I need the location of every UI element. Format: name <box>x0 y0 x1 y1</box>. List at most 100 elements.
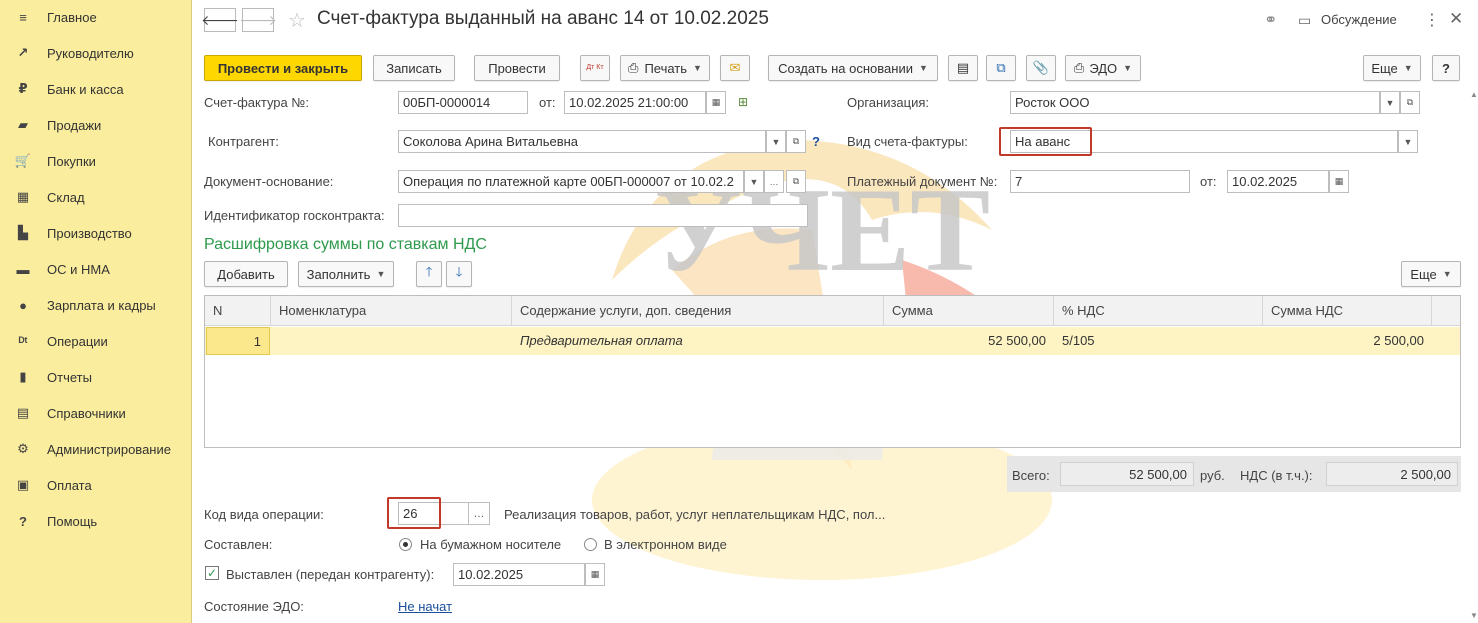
vat-section-title: Расшифровка суммы по ставкам НДС <box>204 236 487 253</box>
calendar-icon[interactable]: ▦ <box>585 563 605 586</box>
issued-checkbox[interactable]: ✓ <box>205 566 219 580</box>
discussion-icon[interactable]: ▭ <box>1298 12 1311 29</box>
sidebar-item[interactable]: ● Зарплата и кадры <box>0 290 192 320</box>
sidebar-item-label: Главное <box>47 9 97 25</box>
sidebar-item[interactable]: ↗ Руководителю <box>0 38 192 68</box>
chevron-down-icon: ▼ <box>918 63 928 73</box>
chevron-down-icon: ▼ <box>1442 269 1452 279</box>
chevron-down-icon[interactable]: ▼ <box>1398 130 1418 153</box>
paperclip-icon: 📎 <box>1032 60 1050 75</box>
fill-button[interactable]: Заполнить ▼ <box>298 261 394 287</box>
edo-icon: ⎙ <box>1073 60 1085 75</box>
edo-state-link[interactable]: Не начат <box>398 599 452 614</box>
edo-button[interactable]: ⎙ ЭДО ▼ <box>1065 55 1141 81</box>
email-button[interactable]: ✉ <box>720 55 750 81</box>
cell-n[interactable]: 1 <box>206 327 270 355</box>
cell-vat-rate[interactable]: 5/105 <box>1054 327 1263 355</box>
issued-date-field[interactable]: 10.02.2025 <box>453 563 585 586</box>
attach-button[interactable]: 📎 <box>1026 55 1056 81</box>
close-icon[interactable]: ✕ <box>1449 9 1463 29</box>
help-button[interactable]: ? <box>1432 55 1460 81</box>
sidebar-item[interactable]: 🛒 Покупки <box>0 146 192 176</box>
open-icon[interactable]: ⧉ <box>1400 91 1420 114</box>
printer-icon: ⎙ <box>628 60 639 75</box>
invoice-date-field[interactable]: 10.02.2025 21:00:00 <box>564 91 706 114</box>
sidebar-item[interactable]: ▙ Производство <box>0 218 192 248</box>
table-row[interactable]: 1 Предварительная оплата 52 500,00 5/105… <box>205 327 1460 355</box>
factory-icon: ▙ <box>18 225 28 240</box>
scrollbar[interactable]: ▲ ▼ <box>1470 90 1478 620</box>
forward-button[interactable]: 🡒 <box>239 8 277 32</box>
back-button[interactable]: 🡐 <box>201 8 239 32</box>
more-vert-icon[interactable]: ⋮ <box>1424 10 1440 30</box>
post-button[interactable]: Провести <box>474 55 560 81</box>
chevron-down-icon[interactable]: ▼ <box>766 130 786 153</box>
more-label: Еще <box>1371 60 1398 76</box>
cell-sum[interactable]: 52 500,00 <box>884 327 1054 355</box>
radio-paper-label[interactable]: На бумажном носителе <box>420 537 561 552</box>
sidebar-item[interactable]: ▰ Продажи <box>0 110 192 140</box>
sidebar-item[interactable]: ⚙ Администрирование <box>0 434 192 464</box>
radio-paper[interactable] <box>399 538 412 551</box>
radio-electronic-label[interactable]: В электронном виде <box>604 537 727 552</box>
dt-kt-button[interactable]: Дт Кт <box>580 55 610 81</box>
sidebar-item[interactable]: ▬ ОС и НМА <box>0 254 192 284</box>
chevron-down-icon[interactable]: ▼ <box>744 170 764 193</box>
sidebar-item[interactable]: ▦ Склад <box>0 182 192 212</box>
sidebar-item-label: Зарплата и кадры <box>47 297 156 313</box>
report-button[interactable]: ▤ <box>948 55 978 81</box>
star-icon[interactable]: ☆ <box>288 8 306 33</box>
date-action-icon[interactable]: ⊞ <box>738 95 748 109</box>
discussion-button[interactable]: Обсуждение <box>1321 12 1397 27</box>
gov-contract-field[interactable] <box>398 204 808 227</box>
scroll-down-icon[interactable]: ▼ <box>1470 611 1478 620</box>
open-icon[interactable]: ⧉ <box>786 130 806 153</box>
move-down-button[interactable]: 🡓 <box>446 261 472 287</box>
basis-document-field[interactable]: Операция по платежной карте 00БП-000007 … <box>398 170 744 193</box>
more-button[interactable]: Еще ▼ <box>1363 55 1421 81</box>
move-up-button[interactable]: 🡑 <box>416 261 442 287</box>
link-icon[interactable]: ⚭ <box>1264 10 1277 30</box>
cell-vat-sum[interactable]: 2 500,00 <box>1263 327 1432 355</box>
column-header-sum[interactable]: Сумма <box>884 296 1054 326</box>
column-header-content[interactable]: Содержание услуги, доп. сведения <box>512 296 884 326</box>
sidebar-item[interactable]: ▣ Оплата <box>0 470 192 500</box>
invoice-number-field[interactable]: 00БП-0000014 <box>398 91 528 114</box>
cell-item[interactable] <box>271 327 512 355</box>
select-icon[interactable]: … <box>764 170 784 193</box>
payment-doc-field[interactable]: 7 <box>1010 170 1190 193</box>
calendar-icon[interactable]: ▦ <box>1329 170 1349 193</box>
add-button[interactable]: Добавить <box>204 261 288 287</box>
payment-doc-date-field[interactable]: 10.02.2025 <box>1227 170 1329 193</box>
post-and-close-button[interactable]: Провести и закрыть <box>204 55 362 81</box>
sidebar-item[interactable]: ᴰᵗ Операции <box>0 326 192 356</box>
save-button[interactable]: Записать <box>373 55 455 81</box>
create-based-on-button[interactable]: Создать на основании ▼ <box>768 55 938 81</box>
sidebar-item[interactable]: ? Помощь <box>0 506 192 536</box>
sidebar-item[interactable]: ▤ Справочники <box>0 398 192 428</box>
sidebar-item[interactable]: ₽ Банк и касса <box>0 74 192 104</box>
column-header-vat-rate[interactable]: % НДС <box>1054 296 1263 326</box>
select-icon[interactable]: … <box>468 502 490 525</box>
contractor-field[interactable]: Соколова Арина Витальевна <box>398 130 766 153</box>
highlight-box <box>387 497 441 529</box>
print-button[interactable]: ⎙ Печать ▼ <box>620 55 710 81</box>
column-header-item[interactable]: Номенклатура <box>271 296 512 326</box>
chevron-down-icon[interactable]: ▼ <box>1380 91 1400 114</box>
sidebar-item[interactable]: ▮ Отчеты <box>0 362 192 392</box>
help-icon[interactable]: ? <box>812 134 820 149</box>
column-header-vat-sum[interactable]: Сумма НДС <box>1263 296 1432 326</box>
structure-button[interactable]: ⧉ <box>986 55 1016 81</box>
scroll-up-icon[interactable]: ▲ <box>1470 90 1478 99</box>
sidebar-item[interactable]: ≡ Главное <box>0 2 192 32</box>
open-icon[interactable]: ⧉ <box>786 170 806 193</box>
organization-field[interactable]: Росток ООО <box>1010 91 1380 114</box>
table-more-button[interactable]: Еще ▼ <box>1401 261 1461 287</box>
highlight-box <box>999 127 1092 156</box>
radio-electronic[interactable] <box>584 538 597 551</box>
column-header-n[interactable]: N <box>205 296 271 326</box>
cell-content[interactable]: Предварительная оплата <box>512 327 884 355</box>
calendar-icon[interactable]: ▦ <box>706 91 726 114</box>
sidebar-item-label: Оплата <box>47 477 92 493</box>
fill-label: Заполнить <box>306 266 371 282</box>
